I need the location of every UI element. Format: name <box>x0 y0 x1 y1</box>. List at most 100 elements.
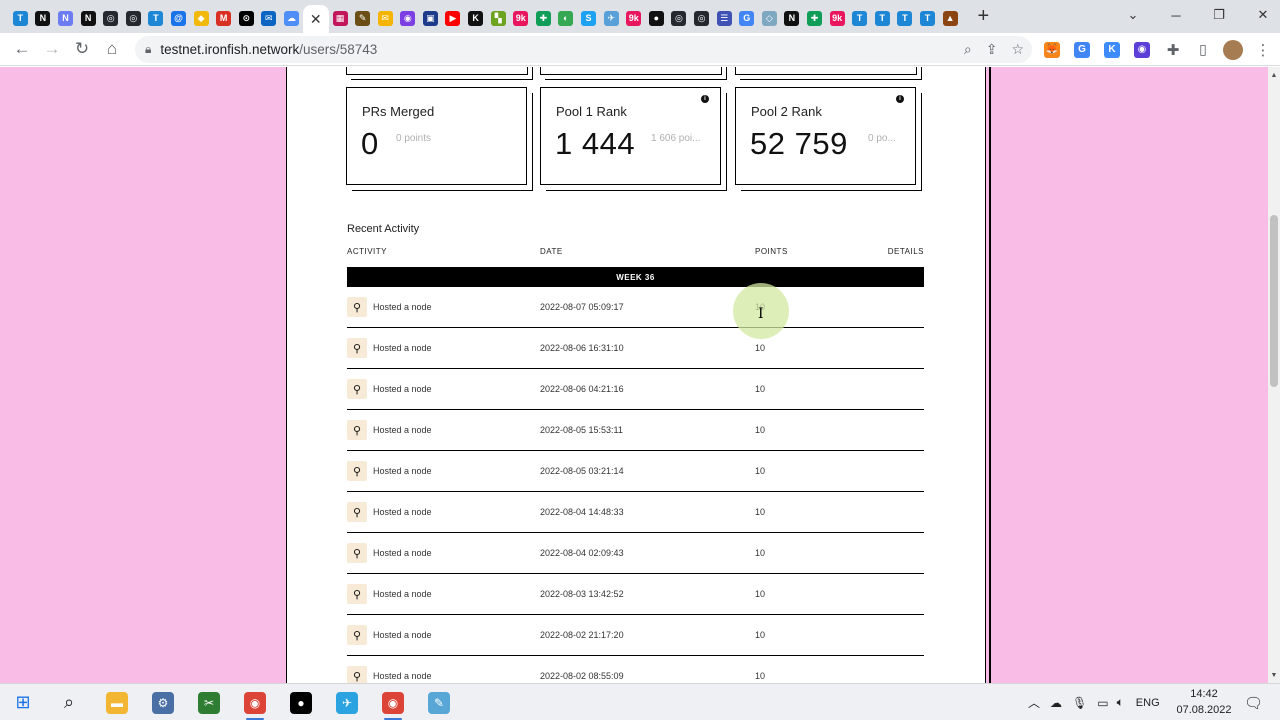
tab[interactable]: K <box>464 5 487 33</box>
zoom-icon[interactable]: ⌕ <box>964 41 972 58</box>
activity-points: 10 <box>755 384 766 394</box>
tab[interactable]: N <box>32 5 55 33</box>
tab[interactable]: N <box>781 5 804 33</box>
tab[interactable]: ▶ <box>442 5 465 33</box>
taskbar-network-app[interactable]: ⚙ <box>140 684 186 721</box>
column-points: POINTS <box>755 247 788 256</box>
tab[interactable]: ✚ <box>532 5 555 33</box>
tab[interactable]: 9k <box>826 5 849 33</box>
tab-favicon-icon: T <box>874 11 890 26</box>
menu-dots-icon[interactable]: ⋮ <box>1250 33 1276 66</box>
keplr-extension-icon[interactable]: K <box>1099 33 1125 66</box>
taskbar-telegram[interactable]: ✈ <box>324 684 370 721</box>
tab[interactable]: ⊙ <box>235 5 258 33</box>
tab[interactable]: ◎ <box>122 5 145 33</box>
page-scrollbar[interactable]: ▲ ▼ <box>1268 67 1280 683</box>
taskbar-notepad-app[interactable]: ✎ <box>416 684 462 721</box>
taskbar-chrome-profile-2[interactable]: ◉ <box>370 684 416 721</box>
share-icon[interactable]: ⇪ <box>986 41 998 58</box>
activity-label: Hosted a node <box>373 507 432 517</box>
scroll-down-icon[interactable]: ▼ <box>1268 669 1280 681</box>
notification-icon[interactable]: 🗨︎ <box>1244 684 1263 721</box>
tab[interactable]: ▣ <box>419 5 442 33</box>
taskbar-snipping-app[interactable]: ✂ <box>186 684 232 721</box>
tab[interactable]: T <box>9 5 32 33</box>
forward-icon[interactable]: → <box>37 34 67 64</box>
language-indicator[interactable]: ENG <box>1136 697 1160 709</box>
stat-card-prev <box>735 67 917 75</box>
tab[interactable]: 9k <box>509 5 532 33</box>
bookmark-star-icon[interactable]: ☆ <box>1011 41 1024 58</box>
tab[interactable]: T <box>894 5 917 33</box>
tab[interactable]: T <box>145 5 168 33</box>
tab[interactable]: T <box>848 5 871 33</box>
volume-icon[interactable]: 🔈︎ <box>1117 695 1124 710</box>
circle-extension-icon[interactable]: ◉ <box>1129 33 1155 66</box>
tab[interactable]: ☰ <box>713 5 736 33</box>
tab[interactable]: ◎ <box>99 5 122 33</box>
tab[interactable]: ◇ <box>758 5 781 33</box>
tab-favicon-icon: N <box>35 11 51 26</box>
tab[interactable]: ✉ <box>374 5 397 33</box>
info-icon[interactable]: i <box>896 95 904 103</box>
restore-button[interactable]: ❐ <box>1196 0 1242 30</box>
tab[interactable]: ☁ <box>280 5 303 33</box>
new-tab-button[interactable]: + <box>969 3 997 31</box>
tab[interactable]: ▦ <box>329 5 352 33</box>
tab[interactable]: ● <box>645 5 668 33</box>
reload-icon[interactable]: ↻ <box>67 34 97 64</box>
tab[interactable]: ✉ <box>258 5 281 33</box>
tab[interactable]: ▚ <box>487 5 510 33</box>
tab-favicon-icon: N <box>57 11 73 26</box>
extensions-puzzle-icon[interactable]: ✚ <box>1160 33 1186 66</box>
tab[interactable]: 9k <box>622 5 645 33</box>
tab[interactable]: ✎ <box>351 5 374 33</box>
tab-search-icon[interactable]: ⌄ <box>1110 0 1156 30</box>
tab[interactable]: S <box>577 5 600 33</box>
onedrive-icon[interactable]: ☁ <box>1050 696 1062 710</box>
metamask-extension-icon[interactable]: 🦊 <box>1039 33 1065 66</box>
side-panel-icon[interactable]: ▯ <box>1190 33 1216 66</box>
translate-extension-icon[interactable]: G <box>1069 33 1095 66</box>
tab[interactable]: N <box>77 5 100 33</box>
tray-overflow-icon[interactable]: ︿ <box>1028 694 1040 711</box>
address-bar[interactable]: 🔒︎ testnet.ironfish.network/users/58743 … <box>135 36 1032 63</box>
network-icon[interactable]: ▭ <box>1097 696 1108 710</box>
lock-icon[interactable]: 🔒︎ <box>145 42 151 57</box>
file-explorer-icon: ▬ <box>106 691 128 714</box>
tab[interactable]: ✚ <box>803 5 826 33</box>
scrollbar-thumb[interactable] <box>1270 215 1278 387</box>
clock[interactable]: 14:42 07.08.2022 <box>1172 686 1236 718</box>
tab[interactable]: ◆ <box>190 5 213 33</box>
activity-points: 10 <box>755 671 766 681</box>
start-button[interactable]: ⊞ <box>0 684 46 721</box>
microphone-icon[interactable]: 🎙︎ <box>1072 696 1087 710</box>
home-icon[interactable]: ⌂ <box>97 34 127 64</box>
tab[interactable]: @ <box>167 5 190 33</box>
taskbar-recorder[interactable]: ● <box>278 684 324 721</box>
taskbar-file-explorer[interactable]: ▬ <box>94 684 140 721</box>
tab[interactable]: ◉ <box>397 5 420 33</box>
taskbar-chrome-profile-1[interactable]: ◉ <box>232 684 278 721</box>
tab[interactable]: ✈ <box>600 5 623 33</box>
tab-active[interactable]: ✕ <box>302 4 329 33</box>
url-text[interactable]: testnet.ironfish.network/users/58743 <box>160 42 377 57</box>
search-button[interactable]: ⌕ <box>46 684 92 721</box>
tab[interactable]: T <box>871 5 894 33</box>
tab[interactable]: ▲ <box>939 5 962 33</box>
back-icon[interactable]: ← <box>7 34 37 64</box>
tab[interactable]: ◎ <box>690 5 713 33</box>
profile-avatar[interactable] <box>1220 33 1246 66</box>
info-icon[interactable]: i <box>701 95 709 103</box>
activity-label: Hosted a node <box>373 589 432 599</box>
minimize-button[interactable]: ─ <box>1153 0 1199 30</box>
tab[interactable]: ◎ <box>668 5 691 33</box>
tab[interactable]: G <box>735 5 758 33</box>
tab[interactable]: N <box>54 5 77 33</box>
tab[interactable]: T <box>916 5 939 33</box>
close-tab-icon[interactable]: ✕ <box>308 11 323 26</box>
scroll-up-icon[interactable]: ▲ <box>1268 69 1280 81</box>
tab[interactable]: ◐ <box>555 5 578 33</box>
close-window-button[interactable]: ✕ <box>1240 0 1280 30</box>
tab[interactable]: M <box>212 5 235 33</box>
